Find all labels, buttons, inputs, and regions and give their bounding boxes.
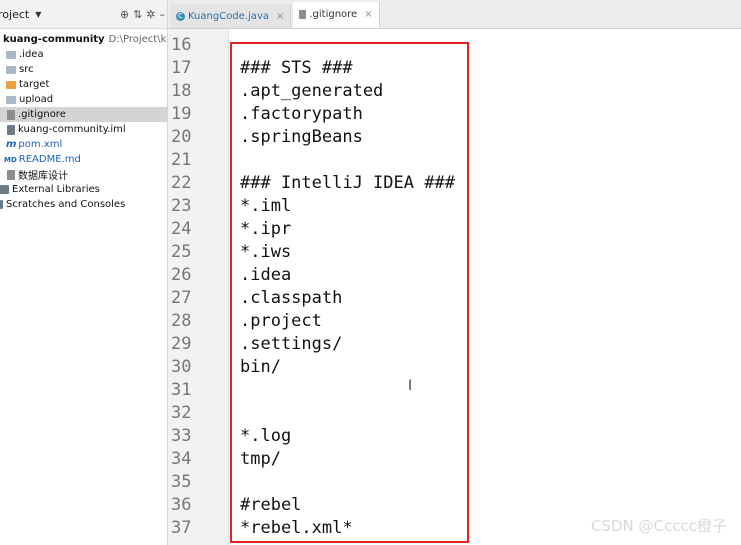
tree-item-label: pom.xml xyxy=(18,139,63,150)
tree-item-pom[interactable]: m pom.xml xyxy=(0,137,167,152)
tree-item-src[interactable]: src xyxy=(0,62,167,77)
tab-label: .gitignore xyxy=(309,8,358,20)
line-number: 17 xyxy=(171,58,192,78)
watermark: CSDN @Ccccc橙子 xyxy=(591,517,727,535)
project-panel: roject ▼ ⊕ ⇅ ✲ – kuang-community D:\Proj… xyxy=(0,0,168,545)
line-number: 20 xyxy=(171,127,192,147)
file-icon xyxy=(7,169,15,180)
annotation-highlight-box xyxy=(230,42,469,543)
line-number: 22 xyxy=(171,173,192,193)
line-number: 37 xyxy=(171,518,192,538)
tree-item-label: kuang-community xyxy=(3,34,105,45)
iml-file-icon xyxy=(7,124,15,135)
line-number: 18 xyxy=(171,81,192,101)
markdown-icon: MD xyxy=(4,155,17,164)
tree-item-label: .gitignore xyxy=(18,109,66,120)
class-icon: C xyxy=(176,11,185,21)
editor-tab-bar: C KuangCode.java × .gitignore × xyxy=(168,0,741,29)
tab-label: KuangCode.java xyxy=(188,10,269,22)
chevron-down-icon[interactable]: ▼ xyxy=(35,10,41,19)
panel-toolbar: ⊕ ⇅ ✲ – xyxy=(120,8,167,21)
line-number: 28 xyxy=(171,311,192,331)
line-number: 23 xyxy=(171,196,192,216)
close-icon[interactable]: × xyxy=(276,11,284,22)
tab-gitignore[interactable]: .gitignore × xyxy=(293,2,380,28)
line-number: 36 xyxy=(171,495,192,515)
folder-icon xyxy=(6,65,16,74)
tree-item-db-design[interactable]: 数据库设计 xyxy=(0,167,167,182)
tree-item-label: upload xyxy=(19,94,54,105)
hide-icon[interactable]: – xyxy=(160,8,166,21)
tree-item-label: README.md xyxy=(18,154,81,165)
tree-item-gitignore[interactable]: .gitignore xyxy=(0,107,167,122)
line-number: 30 xyxy=(171,357,192,377)
maven-icon: m xyxy=(6,139,17,150)
line-number: 19 xyxy=(171,104,192,124)
folder-icon xyxy=(6,50,16,59)
close-icon[interactable]: × xyxy=(364,9,372,20)
project-panel-header: roject ▼ ⊕ ⇅ ✲ – xyxy=(0,0,167,29)
line-number: 16 xyxy=(171,35,192,55)
line-number: 29 xyxy=(171,334,192,354)
file-icon xyxy=(299,9,307,19)
collapse-icon[interactable]: ⇅ xyxy=(133,8,142,21)
line-number: 26 xyxy=(171,265,192,285)
line-number: 34 xyxy=(171,449,192,469)
folder-orange-icon xyxy=(6,80,16,89)
tree-item-label: kuang-community.iml xyxy=(18,124,126,135)
line-number: 27 xyxy=(171,288,192,308)
tree-item-scratches[interactable]: Scratches and Consoles xyxy=(0,197,167,212)
tab-kuangcode-java[interactable]: C KuangCode.java × xyxy=(170,4,292,28)
project-panel-title[interactable]: roject xyxy=(0,8,29,21)
tree-item-path: D:\Project\kuang-c xyxy=(108,34,167,45)
line-number: 31 xyxy=(171,380,192,400)
tree-item-label: src xyxy=(19,64,34,75)
tree-item-idea[interactable]: .idea xyxy=(0,47,167,62)
tree-item-label: Scratches and Consoles xyxy=(6,199,126,210)
tree-item-label: target xyxy=(19,79,50,90)
tree-item-target[interactable]: target xyxy=(0,77,167,92)
tree-item-readme[interactable]: MD README.md xyxy=(0,152,167,167)
line-number: 33 xyxy=(171,426,192,446)
scratch-icon xyxy=(0,200,3,209)
line-number: 35 xyxy=(171,472,192,492)
line-number: 24 xyxy=(171,219,192,239)
line-number: 25 xyxy=(171,242,192,262)
library-icon xyxy=(0,185,9,194)
tree-item-label: External Libraries xyxy=(12,184,100,195)
mouse-text-cursor-icon: I xyxy=(408,378,413,394)
tree-item-iml[interactable]: kuang-community.iml xyxy=(0,122,167,137)
file-icon xyxy=(7,109,15,120)
tree-item-label: 数据库设计 xyxy=(18,171,68,182)
tree-item-upload[interactable]: upload xyxy=(0,92,167,107)
tree-item-label: .idea xyxy=(19,49,44,60)
locate-icon[interactable]: ⊕ xyxy=(120,8,129,21)
line-number: 32 xyxy=(171,403,192,423)
gear-icon[interactable]: ✲ xyxy=(146,8,155,21)
tree-item-external-libraries[interactable]: External Libraries xyxy=(0,182,167,197)
line-number: 21 xyxy=(171,150,192,170)
code-editor[interactable]: 16 17 ### STS ### 18 .apt_generated 19 .factor… xyxy=(168,29,741,545)
folder-icon xyxy=(6,95,16,104)
project-tree: kuang-community D:\Project\kuang-c .idea… xyxy=(0,29,167,212)
tree-item-kuang-community[interactable]: kuang-community D:\Project\kuang-c xyxy=(0,32,167,47)
